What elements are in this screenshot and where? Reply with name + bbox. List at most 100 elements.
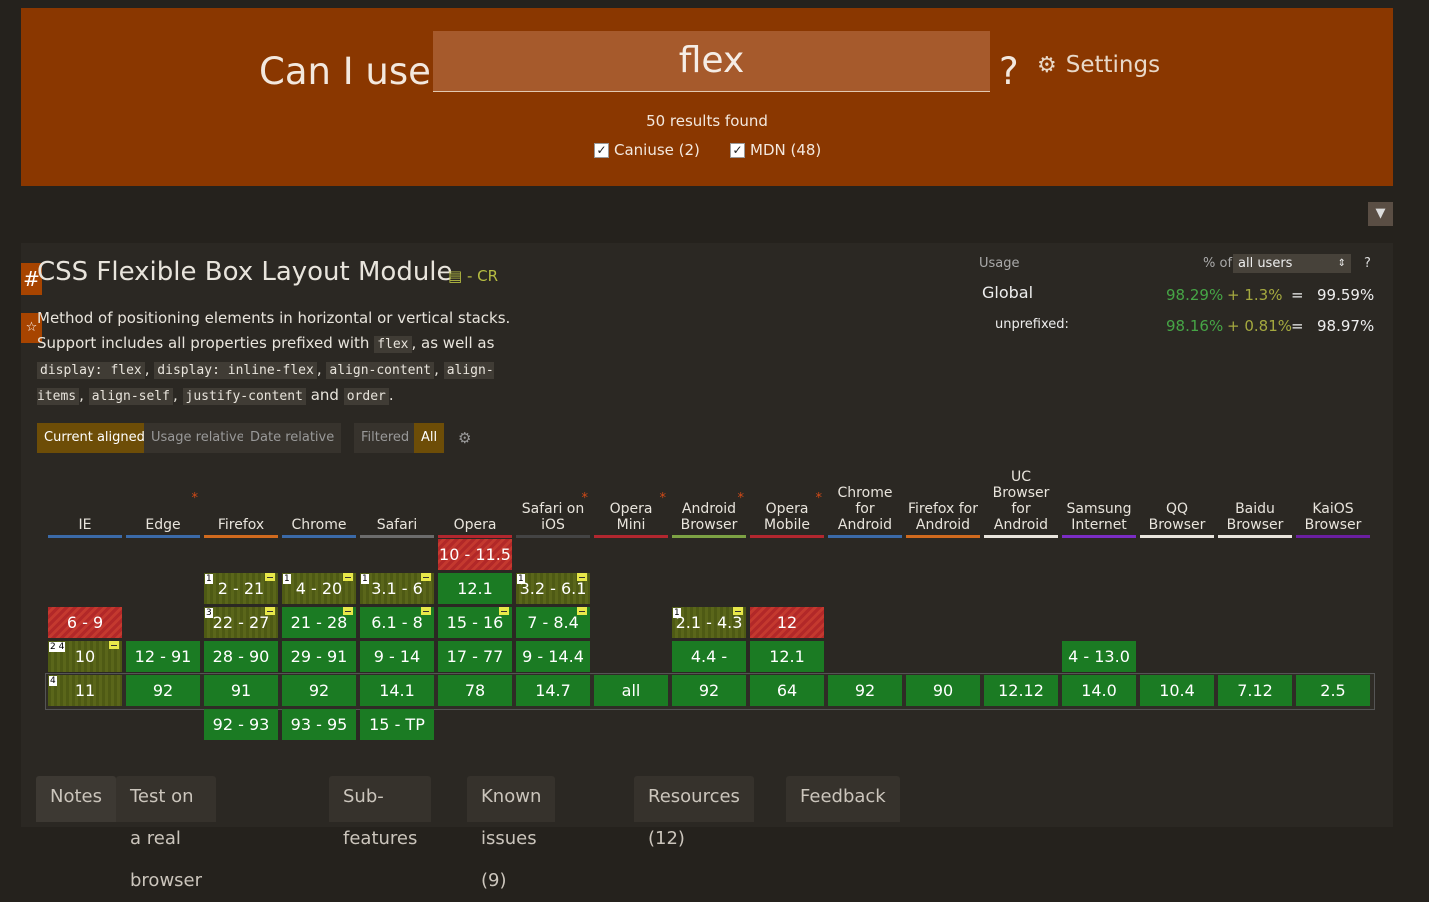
all-button[interactable]: All — [414, 423, 445, 453]
prefix-flag-icon — [265, 573, 275, 581]
support-cell[interactable]: 28 - 90 — [204, 641, 278, 672]
browser-header[interactable]: Opera — [438, 466, 512, 538]
support-cell[interactable]: all — [594, 675, 668, 706]
browser-header[interactable]: Opera Mini * — [594, 466, 668, 538]
caniuse-filter-checkbox[interactable]: ✓ Caniuse (2) — [594, 141, 700, 159]
browser-header[interactable]: Chrome — [282, 466, 356, 538]
spec-status[interactable]: ▤ - CR — [448, 267, 498, 285]
browser-header[interactable]: Firefox for Android — [906, 466, 980, 538]
support-cell[interactable]: 7 - 8.4 — [516, 607, 590, 638]
notes-asterisk-icon: * — [659, 491, 667, 506]
global-partial: + 1.3% — [1227, 286, 1283, 304]
support-cell[interactable]: 4 - 20 1 — [282, 573, 356, 604]
support-cell[interactable]: 12.1 — [438, 573, 512, 604]
table-settings-gear-icon[interactable]: ⚙ — [451, 423, 478, 453]
support-cell[interactable]: 92 - 93 — [204, 709, 278, 740]
version-range: 12.12 — [998, 681, 1044, 700]
settings-button[interactable]: ⚙ Settings — [1037, 52, 1160, 78]
support-cell[interactable]: 15 - 16 — [438, 607, 512, 638]
support-cell[interactable]: 9 - 14.4 — [516, 641, 590, 672]
support-cell[interactable]: 7.12 — [1218, 675, 1292, 706]
note-number: 1 — [673, 608, 681, 618]
notes-asterisk-icon: * — [191, 491, 199, 506]
support-cell[interactable]: 2.1 - 4.3 1 — [672, 607, 746, 638]
browser-header[interactable]: QQ Browser — [1140, 466, 1214, 538]
tab-resources[interactable]: Resources (12) — [634, 776, 754, 849]
support-cell[interactable]: 29 - 91 — [282, 641, 356, 672]
support-cell[interactable]: 3.1 - 61 — [360, 573, 434, 604]
support-cell[interactable]: 12.12 — [984, 675, 1058, 706]
support-cell[interactable]: 17 - 77 — [438, 641, 512, 672]
browser-header[interactable]: Edge * — [126, 466, 200, 538]
prefix-flag-icon — [343, 607, 353, 615]
support-cell[interactable]: 78 — [438, 675, 512, 706]
usage-relative-button[interactable]: Usage relative — [144, 423, 252, 453]
current-aligned-button[interactable]: Current aligned — [37, 423, 152, 453]
support-cell[interactable]: 14.1 — [360, 675, 434, 706]
support-cell[interactable]: 92 — [282, 675, 356, 706]
tab-known-issues[interactable]: Known issues (9) — [467, 776, 556, 891]
help-mark[interactable]: ? — [999, 50, 1019, 93]
support-cell[interactable]: 90 — [906, 675, 980, 706]
note-number: 1 — [205, 574, 213, 584]
support-cell[interactable]: 21 - 28 — [282, 607, 356, 638]
support-cell[interactable]: 2.5 — [1296, 675, 1370, 706]
browser-header[interactable]: Safari on iOS * — [516, 466, 590, 538]
support-cell[interactable]: 10 2 4 — [48, 641, 122, 672]
mdn-filter-checkbox[interactable]: ✓ MDN (48) — [730, 141, 821, 159]
support-cell[interactable]: 11 4 — [48, 675, 122, 706]
support-cell[interactable]: 12 - 91 — [126, 641, 200, 672]
support-cell[interactable]: 91 — [204, 675, 278, 706]
support-cell[interactable]: 3.2 - 6.1 1 — [516, 573, 590, 604]
support-cell[interactable]: 12.1 — [750, 641, 824, 672]
support-cell[interactable]: 14.0 — [1062, 675, 1136, 706]
support-cell[interactable]: 14.7 — [516, 675, 590, 706]
date-relative-button[interactable]: Date relative — [243, 423, 342, 453]
tab-feedback[interactable]: Feedback — [786, 776, 900, 822]
support-cell[interactable]: 12 — [750, 607, 824, 638]
usage-scope-select[interactable]: all users ⇕ — [1233, 254, 1351, 273]
notes-asterisk-icon: * — [815, 491, 823, 506]
browser-header[interactable]: IE — [48, 466, 122, 538]
version-range: 14.7 — [535, 681, 571, 700]
tab-sub-features[interactable]: Sub-features — [329, 776, 432, 849]
version-range: 17 - 77 — [446, 647, 504, 666]
browser-header[interactable]: Samsung Internet — [1062, 466, 1136, 538]
notes-asterisk-icon: * — [737, 491, 745, 506]
search-input[interactable]: flex — [433, 31, 990, 92]
support-cell[interactable]: 22 - 27 3 — [204, 607, 278, 638]
support-cell[interactable]: 92 — [828, 675, 902, 706]
browser-header[interactable]: KaiOS Browser — [1296, 466, 1370, 538]
support-cell[interactable]: 2 - 21 1 — [204, 573, 278, 604]
browser-header[interactable]: Safari — [360, 466, 434, 538]
unprefixed-partial: + 0.81% — [1227, 317, 1292, 335]
support-cell[interactable]: 6 - 9 — [48, 607, 122, 638]
browser-header[interactable]: Chrome for Android — [828, 466, 902, 538]
support-cell[interactable]: 9 - 14 — [360, 641, 434, 672]
prefix-flag-icon — [421, 573, 431, 581]
browser-header[interactable]: Android Browser * — [672, 466, 746, 538]
filtered-button[interactable]: Filtered — [354, 423, 417, 453]
support-cell[interactable]: 15 - TP — [360, 709, 434, 740]
version-range: 92 — [152, 681, 174, 700]
browser-header[interactable]: Baidu Browser — [1218, 466, 1292, 538]
support-cell[interactable]: 92 — [672, 675, 746, 706]
tab-test-real-browser[interactable]: Test on a real browser — [116, 776, 217, 891]
browser-header[interactable]: UC Browser for Android — [984, 466, 1058, 538]
support-cell[interactable]: 4 - 13.0 — [1062, 641, 1136, 672]
usage-help[interactable]: ? — [1364, 256, 1371, 271]
support-cell[interactable]: 64 — [750, 675, 824, 706]
version-range: 10.4 — [1159, 681, 1195, 700]
filter-icon[interactable]: ▼ — [1368, 202, 1393, 226]
browser-header[interactable]: Firefox — [204, 466, 278, 538]
browser-header[interactable]: Opera Mobile * — [750, 466, 824, 538]
support-cell[interactable]: 4.4 - 4.4.4 — [672, 641, 746, 697]
support-cell[interactable]: 6.1 - 8 — [360, 607, 434, 638]
global-total: 99.59% — [1317, 286, 1375, 304]
support-cell[interactable]: 92 — [126, 675, 200, 706]
note-number: 3 — [205, 608, 213, 618]
support-cell[interactable]: 93 - 95 — [282, 709, 356, 740]
support-cell[interactable]: 10.4 — [1140, 675, 1214, 706]
tab-notes[interactable]: Notes — [36, 776, 116, 822]
support-cell[interactable]: 10 - 11.5 — [438, 539, 512, 570]
